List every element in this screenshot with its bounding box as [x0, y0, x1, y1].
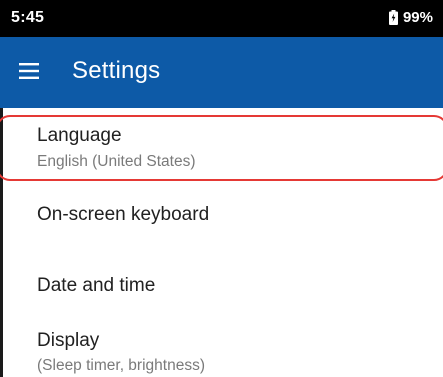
app-bar: Settings — [0, 37, 443, 108]
settings-item-language[interactable]: Language English (United States) — [0, 108, 443, 188]
settings-item-display[interactable]: Display (Sleep timer, brightness) — [0, 320, 443, 377]
settings-item-subtitle: English (United States) — [37, 153, 196, 170]
settings-item-title: Language — [37, 125, 122, 146]
device-screen: 5:45 99% Settings Language English (Unit… — [0, 0, 443, 377]
status-bar: 5:45 99% — [0, 0, 443, 37]
status-time: 5:45 — [11, 9, 45, 26]
status-indicators: 99% — [388, 9, 433, 26]
settings-item-date-and-time[interactable]: Date and time — [0, 254, 443, 320]
hamburger-menu-icon[interactable] — [19, 63, 39, 79]
battery-percent: 99% — [402, 9, 433, 26]
page-title: Settings — [72, 57, 161, 84]
settings-item-title: On-screen keyboard — [37, 204, 210, 225]
battery-charging-icon — [388, 10, 398, 25]
settings-item-title: Display — [37, 330, 100, 351]
settings-item-subtitle: (Sleep timer, brightness) — [37, 357, 205, 374]
settings-item-on-screen-keyboard[interactable]: On-screen keyboard — [0, 188, 443, 254]
settings-item-title: Date and time — [37, 275, 156, 296]
